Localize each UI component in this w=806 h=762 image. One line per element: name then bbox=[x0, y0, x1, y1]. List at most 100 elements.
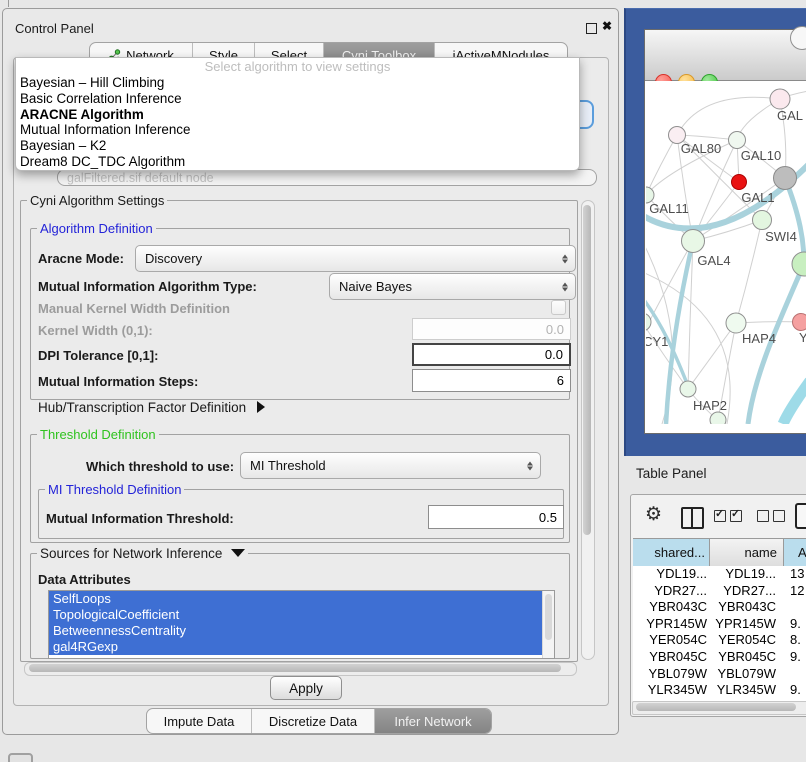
network-edge[interactable] bbox=[646, 135, 677, 195]
attribute-item[interactable]: gal4RGexp bbox=[49, 639, 554, 655]
tab-infer-network[interactable]: Infer Network bbox=[374, 709, 491, 733]
table-rows[interactable]: YDL19...YDL19...13YDR27...YDR27...12YBR0… bbox=[633, 566, 806, 701]
algorithm-option[interactable]: Bayesian – K2 bbox=[16, 138, 579, 154]
network-node-GAL4[interactable] bbox=[682, 230, 705, 253]
network-window-titlebar[interactable] bbox=[645, 30, 806, 81]
algorithm-list: Bayesian – Hill ClimbingBasic Correlatio… bbox=[16, 75, 579, 170]
network-node-HAP2[interactable] bbox=[680, 381, 696, 397]
table-row[interactable]: YBR045CYBR045C9. bbox=[633, 649, 806, 666]
table-row[interactable]: YBL079WYBL079W bbox=[633, 666, 806, 683]
network-node-gray-node[interactable] bbox=[774, 167, 797, 190]
column-header-name[interactable]: name bbox=[710, 539, 784, 566]
columns-icon[interactable] bbox=[681, 507, 704, 529]
network-node-GCY1[interactable] bbox=[646, 313, 651, 331]
data-attributes-list[interactable]: SelfLoopsTopologicalCoefficientBetweenne… bbox=[48, 590, 555, 659]
control-panel-title: Control Panel bbox=[15, 21, 94, 36]
node-label-HAP2: HAP2 bbox=[693, 398, 727, 413]
combo-arrows-icon bbox=[527, 461, 533, 470]
node-label-GAL11: GAL11 bbox=[649, 201, 689, 216]
kernel-width-field[interactable]: 0.0 bbox=[412, 318, 571, 340]
tab-impute-data[interactable]: Impute Data bbox=[147, 709, 251, 733]
attribute-item[interactable]: TopologicalCoefficient bbox=[49, 607, 554, 623]
partial-node bbox=[790, 26, 806, 50]
algorithm-option[interactable]: Bayesian – Hill Climbing bbox=[16, 75, 579, 91]
network-edge[interactable] bbox=[677, 97, 780, 135]
attribute-item[interactable]: SelfLoops bbox=[49, 591, 554, 607]
table-panel-title: Table Panel bbox=[636, 466, 707, 481]
manual-kernel-label: Manual Kernel Width Definition bbox=[38, 301, 230, 316]
network-edge[interactable] bbox=[688, 323, 736, 389]
network-node-red-node[interactable] bbox=[732, 175, 747, 190]
network-node-SWI4[interactable] bbox=[792, 252, 806, 276]
node-label-GAL4: GAL4 bbox=[697, 253, 730, 268]
algorithm-combo-hint[interactable]: Select algorithm to view settings bbox=[16, 59, 579, 74]
docked-panel-icon[interactable] bbox=[8, 753, 33, 762]
table-row[interactable]: YER054CYER054C8. bbox=[633, 632, 806, 649]
threshold-definition-title: Threshold Definition bbox=[37, 427, 159, 442]
aracne-mode-combo[interactable]: Discovery bbox=[135, 245, 576, 272]
mi-steps-label: Mutual Information Steps: bbox=[38, 374, 198, 389]
sources-group-title[interactable]: Sources for Network Inference bbox=[37, 546, 248, 561]
network-node-GAL1[interactable] bbox=[753, 211, 772, 230]
export-table-icon[interactable] bbox=[795, 503, 806, 529]
mi-type-combo[interactable]: Naive Bayes bbox=[329, 273, 576, 300]
algorithm-option[interactable]: Mutual Information Inference bbox=[16, 122, 579, 138]
aracne-mode-value: Discovery bbox=[145, 251, 202, 266]
combo-arrows-icon bbox=[562, 282, 568, 291]
tab-discretize-data[interactable]: Discretize Data bbox=[251, 709, 374, 733]
network-selection-combo[interactable]: galFiltered.sif default node bbox=[57, 169, 597, 186]
table-row[interactable]: YDL19...YDL19...13 bbox=[633, 566, 806, 583]
network-edge[interactable] bbox=[783, 381, 806, 424]
network-node-bottom-partial[interactable] bbox=[710, 412, 726, 424]
network-node-pink-top[interactable] bbox=[770, 89, 790, 109]
settings-horizontal-scrollbar[interactable] bbox=[24, 662, 577, 676]
table-row[interactable]: YLR345WYLR345W9. bbox=[633, 682, 806, 699]
combo-arrows-icon bbox=[562, 254, 568, 263]
settings-vertical-scrollbar[interactable] bbox=[581, 200, 595, 660]
screenshot-root: Control Panel ✖ Network Style Select bbox=[0, 0, 806, 762]
frame-tick bbox=[8, 0, 9, 7]
mi-type-value: Naive Bayes bbox=[339, 279, 412, 294]
mi-threshold-field[interactable]: 0.5 bbox=[428, 505, 564, 529]
network-edge[interactable] bbox=[677, 135, 737, 140]
algorithm-option[interactable]: ARACNE Algorithm bbox=[16, 107, 579, 123]
select-all-columns-icon[interactable] bbox=[714, 510, 742, 522]
column-header-partial[interactable]: A bbox=[784, 539, 806, 566]
unselect-all-columns-icon[interactable] bbox=[757, 510, 785, 522]
mi-steps-field[interactable]: 6 bbox=[412, 369, 571, 392]
network-node-salmon-node[interactable] bbox=[793, 314, 806, 331]
network-canvas[interactable]: GALGAL80GAL10GAL11GAL1GAL4SWI4GCY1HAP4YH… bbox=[646, 81, 806, 424]
combo-value: galFiltered.sif default node bbox=[67, 171, 214, 185]
algorithm-option[interactable]: Basic Correlation Inference bbox=[16, 91, 579, 107]
dpi-tolerance-label: DPI Tolerance [0,1]: bbox=[38, 348, 158, 363]
network-node-GAL10[interactable] bbox=[729, 132, 746, 149]
table-row[interactable]: YBR043CYBR043C bbox=[633, 599, 806, 616]
close-icon[interactable]: ✖ bbox=[602, 19, 612, 33]
attribute-item[interactable]: BetweennessCentrality bbox=[49, 623, 554, 639]
float-window-icon[interactable] bbox=[586, 23, 597, 34]
gear-icon[interactable]: ⚙ bbox=[645, 503, 662, 526]
manual-kernel-checkbox[interactable] bbox=[551, 300, 566, 315]
algorithm-option[interactable]: Dream8 DC_TDC Algorithm bbox=[16, 154, 579, 170]
table-row[interactable]: YPR145WYPR145W9. bbox=[633, 616, 806, 633]
node-label-GAL1: GAL1 bbox=[741, 190, 774, 205]
table-row[interactable]: YDR27...YDR27...12 bbox=[633, 583, 806, 600]
mi-threshold-label: Mutual Information Threshold: bbox=[46, 511, 234, 526]
node-label-pink-top: GAL bbox=[777, 108, 803, 123]
hub-definition-toggle[interactable]: Hub/Transcription Factor Definition bbox=[38, 400, 265, 415]
which-threshold-label: Which threshold to use: bbox=[86, 459, 234, 474]
node-label-HAP4: HAP4 bbox=[742, 331, 776, 346]
apply-button[interactable]: Apply bbox=[270, 676, 342, 700]
kernel-width-label: Kernel Width (0,1): bbox=[38, 323, 153, 338]
network-window: GALGAL80GAL10GAL11GAL1GAL4SWI4GCY1HAP4YH… bbox=[644, 29, 806, 434]
which-threshold-combo[interactable]: MI Threshold bbox=[240, 452, 541, 479]
dpi-tolerance-field[interactable]: 0.0 bbox=[412, 343, 571, 366]
network-edge[interactable] bbox=[785, 178, 804, 264]
algorithm-definition-title: Algorithm Definition bbox=[37, 221, 156, 236]
network-node-HAP4[interactable] bbox=[726, 313, 746, 333]
column-header-shared-name[interactable]: shared... bbox=[633, 539, 710, 566]
network-edge[interactable] bbox=[736, 220, 762, 323]
table-horizontal-scrollbar[interactable] bbox=[632, 701, 806, 715]
network-edge[interactable] bbox=[646, 322, 688, 389]
list-scrollbar[interactable] bbox=[542, 591, 554, 658]
